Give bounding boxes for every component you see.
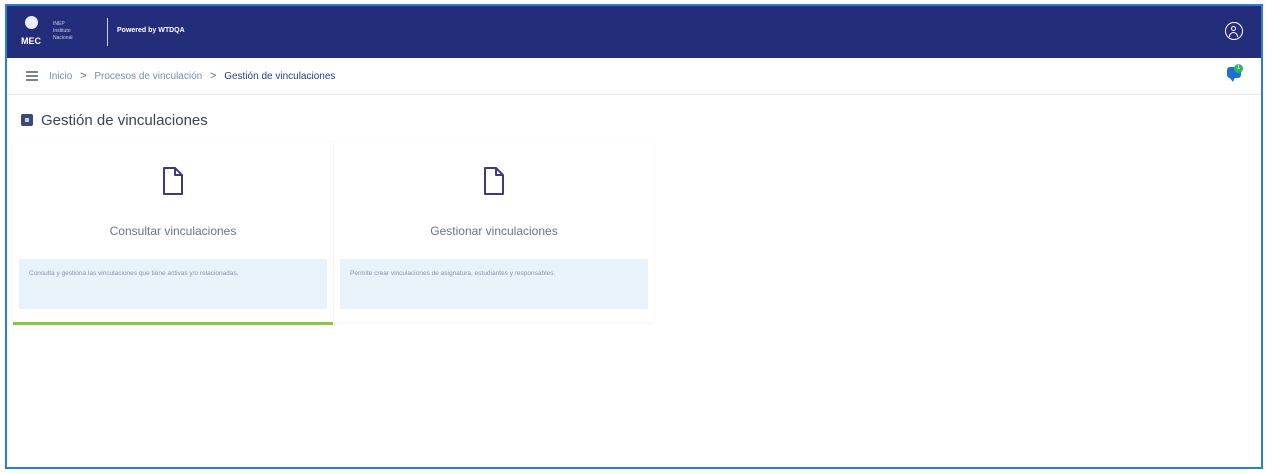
document-icon <box>163 167 183 195</box>
breadcrumb-home[interactable]: Inicio <box>49 71 72 82</box>
card-description: Permite crear vinculaciones de asignatur… <box>340 259 648 309</box>
card-label: Consultar vinculaciones <box>109 224 237 238</box>
top-header: MEC INEP Instituto Nacional Powered by W… <box>7 6 1261 58</box>
logo-mark <box>25 16 38 29</box>
hamburger-icon[interactable] <box>26 71 38 81</box>
logo-line-2: Instituto <box>53 28 71 34</box>
breadcrumb-procesos[interactable]: Procesos de vinculación <box>94 71 202 82</box>
provider-text: Powered by WTDQA <box>117 27 185 34</box>
logo-line-3: Nacional <box>53 35 73 41</box>
chevron-right-icon: > <box>80 70 87 82</box>
page-title-icon <box>21 114 33 126</box>
breadcrumb-bar: Inicio > Procesos de vinculación > Gesti… <box>7 58 1261 95</box>
chat-badge: 1 <box>1234 64 1243 73</box>
header-divider <box>107 18 108 46</box>
page-title: Gestión de vinculaciones <box>41 112 208 129</box>
user-circle-icon[interactable] <box>1225 22 1243 40</box>
logo-subtext: INEP Instituto Nacional <box>53 21 72 42</box>
breadcrumb: Inicio > Procesos de vinculación > Gesti… <box>49 70 335 82</box>
breadcrumb-current: Gestión de vinculaciones <box>224 71 336 82</box>
card-consultar-vinculaciones[interactable]: Consultar vinculaciones Consulta y gesti… <box>13 142 333 325</box>
app-window: MEC INEP Instituto Nacional Powered by W… <box>5 4 1263 469</box>
card-active-indicator <box>13 322 333 325</box>
logo-text: MEC <box>21 36 41 46</box>
card-description: Consulta y gestiona las vinculaciones qu… <box>19 259 327 309</box>
document-icon <box>484 167 504 195</box>
chevron-right-icon: > <box>209 70 217 82</box>
logo-line-1: INEP <box>53 21 65 27</box>
card-gestionar-vinculaciones[interactable]: Gestionar vinculaciones Permite crear vi… <box>334 142 654 322</box>
card-label: Gestionar vinculaciones <box>430 224 558 238</box>
chat-bubble-icon[interactable]: 1 <box>1225 64 1245 84</box>
mec-logo: MEC <box>21 14 43 48</box>
